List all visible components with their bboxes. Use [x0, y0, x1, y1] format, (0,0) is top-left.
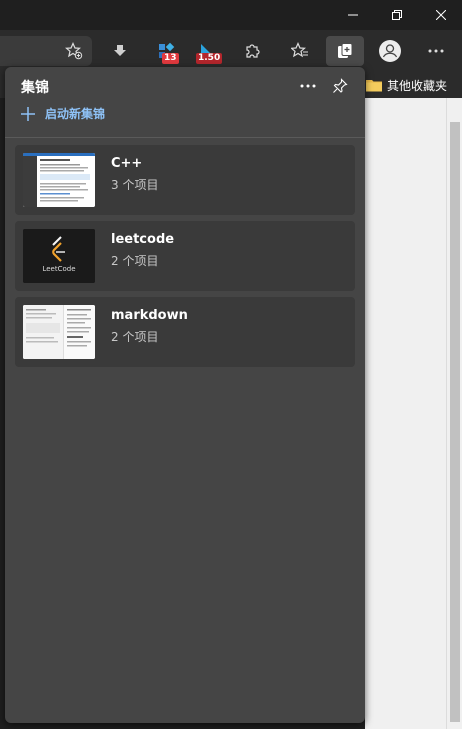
webpage-thumbnail-image: [23, 305, 95, 359]
webpage-thumbnail-image: [23, 153, 95, 207]
collection-thumbnail: [23, 305, 95, 359]
title-bar: [0, 0, 462, 30]
minimize-icon: [348, 14, 358, 16]
collection-name: C++: [111, 156, 143, 171]
collection-count: 2 个项目: [111, 330, 159, 344]
settings-more-button[interactable]: [420, 36, 452, 66]
other-favorites-label: 其他收藏夹: [387, 78, 448, 93]
collection-card-cpp[interactable]: C++ 3 个项目: [15, 145, 355, 215]
panel-title: 集锦: [21, 80, 49, 96]
panel-more-button[interactable]: [295, 75, 321, 97]
collections-button[interactable]: [326, 36, 364, 66]
star-add-icon: [65, 42, 83, 60]
divider: [5, 137, 365, 138]
collection-name: leetcode: [111, 232, 175, 247]
close-button[interactable]: [418, 0, 462, 30]
plus-icon: [21, 106, 35, 121]
browser-toolbar: 13 1.50: [0, 30, 462, 72]
minimize-button[interactable]: [330, 0, 376, 30]
restore-icon: [392, 10, 402, 20]
scrollbar[interactable]: [446, 98, 462, 729]
address-bar[interactable]: [0, 36, 92, 66]
pin-icon: [333, 78, 348, 93]
extension-badge: 1.50: [196, 53, 223, 64]
collection-thumbnail: LeetCode: [23, 229, 95, 283]
other-favorites-folder[interactable]: 其他收藏夹: [366, 72, 447, 98]
new-collection-button[interactable]: 启动新集锦: [21, 105, 105, 122]
favorites-button[interactable]: [284, 36, 316, 66]
new-collection-label: 启动新集锦: [45, 107, 106, 121]
leetcode-logo-image: LeetCode: [23, 229, 95, 283]
collection-name: markdown: [111, 308, 188, 323]
collection-count: 3 个项目: [111, 178, 159, 192]
extension-badge: 13: [162, 53, 179, 64]
collection-thumbnail: [23, 153, 95, 207]
profile-button[interactable]: [374, 36, 406, 66]
download-arrow-icon: [114, 45, 126, 56]
scrollbar-thumb[interactable]: [450, 122, 460, 722]
more-dots-icon: [428, 49, 444, 53]
puzzle-icon: [246, 44, 260, 58]
collection-card-leetcode[interactable]: LeetCode leetcode 2 个项目: [15, 221, 355, 291]
more-dots-icon: [300, 84, 316, 88]
avatar-icon: [379, 40, 401, 62]
extension-button-2[interactable]: 1.50: [192, 36, 224, 66]
collections-icon: [338, 43, 353, 58]
collections-panel: 集锦 启动新集锦 C++ 3 个项目 LeetCode leetcode 2 个…: [5, 67, 365, 723]
add-favorite-button[interactable]: [58, 36, 90, 66]
page-content: [365, 98, 462, 729]
collection-count: 2 个项目: [111, 254, 159, 268]
leetcode-logo-text: LeetCode: [42, 265, 75, 273]
download-extension-button[interactable]: [104, 36, 136, 66]
extension-button-1[interactable]: 13: [150, 36, 182, 66]
pin-panel-button[interactable]: [327, 73, 353, 99]
collection-card-markdown[interactable]: markdown 2 个项目: [15, 297, 355, 367]
favorites-star-icon: [291, 42, 308, 58]
extensions-button[interactable]: [236, 36, 268, 66]
close-icon: [436, 10, 446, 20]
restore-button[interactable]: [374, 0, 420, 30]
folder-icon: [366, 80, 382, 92]
